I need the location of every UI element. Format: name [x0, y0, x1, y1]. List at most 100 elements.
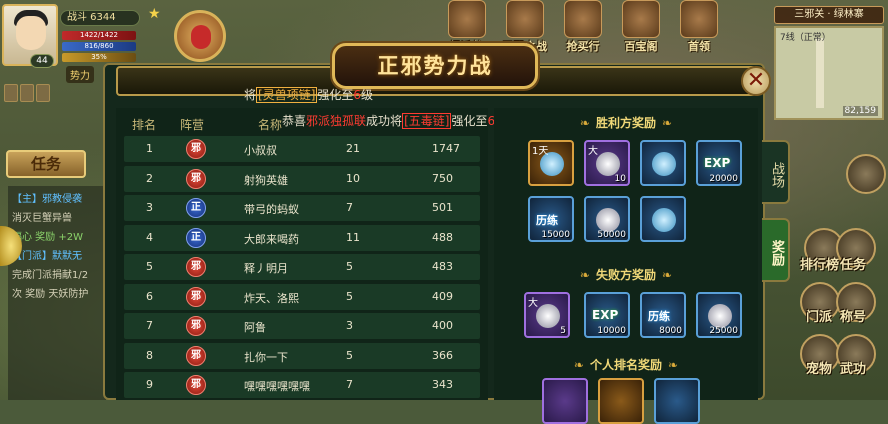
reward-item[interactable]: [542, 378, 588, 424]
reward-item-exp[interactable]: EXP 10000: [584, 292, 630, 338]
item-tag: 1天: [532, 146, 549, 157]
faction-label[interactable]: 势力: [66, 66, 94, 83]
coordinates: 82,159: [842, 106, 878, 116]
reward-item-stone[interactable]: 大5: [524, 292, 570, 338]
buff-icon[interactable]: [36, 84, 50, 102]
header-camp: 阵营: [180, 118, 205, 132]
camp-badge-icon: 邪: [186, 168, 206, 189]
quest-line[interactable]: 【门派】默默无: [12, 247, 102, 266]
silver-icon: [708, 304, 732, 328]
reward-item[interactable]: [598, 378, 644, 424]
table-row[interactable]: 8 邪 扎你一下 5 366: [124, 342, 480, 369]
camp-badge-icon: 邪: [186, 375, 206, 395]
buff-icon[interactable]: [20, 84, 34, 102]
combat-power: 战斗 6344: [60, 10, 140, 26]
reward-item-book[interactable]: 1天: [528, 140, 574, 186]
ranking-label: 排行榜: [800, 258, 840, 273]
armor-icon: [652, 208, 676, 232]
reward-item-stone[interactable]: 大 10: [584, 140, 630, 186]
reward-item-silver[interactable]: 25000: [696, 292, 742, 338]
jar-icon: [652, 152, 676, 176]
menu-boss[interactable]: 首领: [672, 0, 726, 56]
score-cell: 343: [432, 378, 453, 391]
score-cell: 409: [432, 289, 453, 303]
quest-line[interactable]: 完成门派捐献1/2: [12, 266, 102, 285]
quest-tracker[interactable]: 【主】邪教侵袭 消灭巨蟹异兽 福心 奖励 +2W 【门派】默默无 完成门派捐献1…: [8, 186, 106, 400]
player-name-cell: 阿鲁: [244, 321, 266, 334]
kills-cell: 7: [346, 378, 353, 391]
map-name[interactable]: 三邪关 · 绿林寨: [774, 6, 884, 24]
hp-bar: 1422/1422: [62, 31, 136, 40]
rank-cell: 1: [146, 142, 153, 155]
reward-item-lianl[interactable]: 历练 15000: [528, 196, 574, 242]
reward-item-lianl[interactable]: 历练 8000: [640, 292, 686, 338]
item-quantity: 10: [614, 174, 626, 184]
player-name-cell: 嘿嘿嘿嘿嘿嘿: [244, 380, 310, 393]
score-cell: 483: [432, 260, 453, 273]
item-quantity: 50000: [597, 230, 626, 240]
kills-cell: 5: [346, 260, 353, 273]
rank-cell: 6: [146, 289, 153, 303]
table-row[interactable]: 2 邪 射狗英雄 10 750: [124, 165, 480, 192]
settings-button[interactable]: [846, 154, 886, 194]
tab-rewards[interactable]: 奖励: [762, 218, 790, 282]
table-row[interactable]: 9 邪 嘿嘿嘿嘿嘿嘿 7 343: [124, 372, 480, 398]
player-name-cell: 释丿明月: [244, 262, 288, 275]
server-line[interactable]: 7线（正常）: [780, 30, 831, 43]
task-side-label: 任务: [840, 258, 867, 273]
reward-item-jar[interactable]: [640, 140, 686, 186]
kills-cell: 21: [346, 142, 360, 155]
camp-badge-icon: 正: [186, 227, 206, 248]
camp-badge-icon: 邪: [186, 345, 206, 366]
boss-portrait-icon[interactable]: [174, 10, 226, 62]
exp-icon: EXP: [592, 308, 619, 322]
player-name-cell: 射狗英雄: [244, 173, 288, 187]
silver-icon: [596, 208, 620, 232]
buff-icons[interactable]: [0, 84, 60, 106]
score-cell: 400: [432, 319, 453, 332]
item-quantity: 10000: [597, 326, 626, 336]
player-panel[interactable]: 44 战斗 6344 1422/1422 816/860 35%: [0, 0, 140, 72]
personal-reward-title: 个人排名奖励: [494, 356, 758, 373]
kills-cell: 10: [346, 171, 360, 185]
boss-icon: [680, 0, 718, 38]
item-quantity: 20000: [709, 174, 738, 184]
kills-cell: 3: [346, 319, 353, 332]
stone-icon: [536, 304, 560, 328]
item-quantity: 5: [560, 326, 566, 336]
table-row[interactable]: 5 邪 释丿明月 5 483: [124, 254, 480, 280]
close-button[interactable]: ✕: [741, 66, 771, 96]
item-quantity: 25000: [709, 326, 738, 336]
reward-item[interactable]: [654, 378, 700, 424]
mp-bar: 816/860: [62, 42, 136, 51]
broadcast-line: 恭喜邪派独孤联成功将[五毒链]强化至6级: [282, 113, 507, 129]
reward-item-silver[interactable]: 50000: [584, 196, 630, 242]
menu-treasure[interactable]: 百宝阁: [614, 0, 668, 56]
quest-line[interactable]: 【主】邪教侵袭: [12, 190, 102, 209]
minimap[interactable]: 7线（正常） 82,159: [774, 26, 884, 120]
tab-battlefield[interactable]: 战场: [762, 140, 790, 204]
sect-label: 门派: [806, 310, 833, 325]
table-row[interactable]: 3 正 带弓的蚂蚁 7 501: [124, 195, 480, 221]
quest-line[interactable]: 福心 奖励 +2W: [12, 228, 102, 247]
table-row[interactable]: 7 邪 阿鲁 3 400: [124, 313, 480, 339]
camp-badge-icon: 邪: [186, 139, 206, 159]
menu-auction[interactable]: 抢买行: [556, 0, 610, 56]
header-rank: 排名: [132, 118, 157, 132]
buff-icon[interactable]: [4, 84, 18, 102]
table-row[interactable]: 4 正 大郎来喝药 11 488: [124, 224, 480, 251]
task-button[interactable]: 任务: [6, 150, 86, 178]
item-tag: 大: [588, 146, 598, 157]
broadcast-line: 将 [灵兽项链] 强化至6级: [244, 87, 374, 103]
table-row[interactable]: 6 邪 炸天、洛熙 5 409: [124, 283, 480, 310]
reward-item-armor[interactable]: [640, 196, 686, 242]
reward-item-exp[interactable]: EXP 20000: [696, 140, 742, 186]
quest-line[interactable]: 次 奖励 天妖防护: [12, 285, 102, 304]
player-name-cell: 炸天、洛熙: [244, 291, 299, 305]
table-row[interactable]: 1 邪 小叔叔 21 1747: [124, 136, 480, 162]
quest-line[interactable]: 消灭巨蟹异兽: [12, 209, 102, 228]
rank-cell: 2: [146, 171, 153, 185]
star-icon[interactable]: ★: [148, 6, 161, 22]
rank-cell: 5: [146, 260, 153, 273]
xp-bar: 35%: [62, 53, 136, 62]
